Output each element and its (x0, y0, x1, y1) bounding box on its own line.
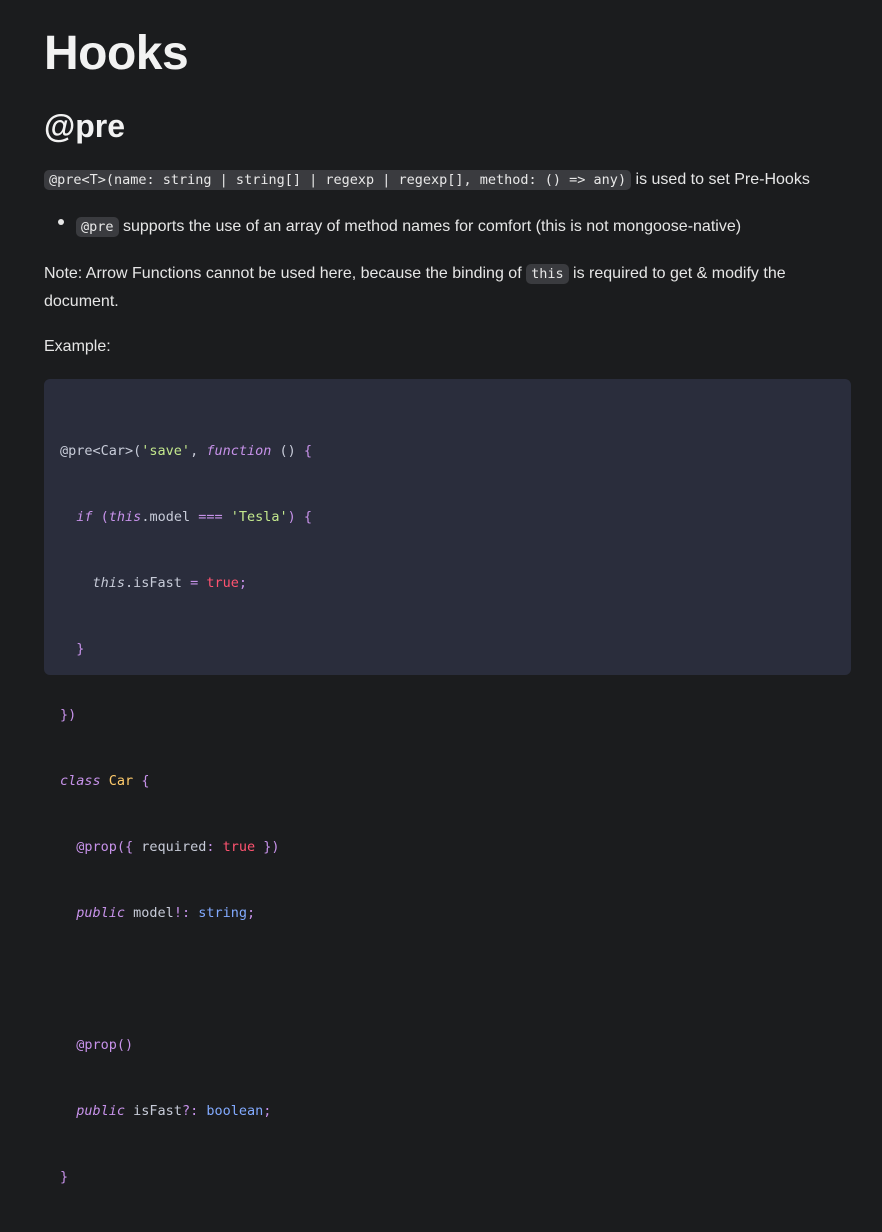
code-token: 'save' (141, 443, 191, 459)
code-line: if (this.model === 'Tesla') { (60, 506, 835, 528)
code-token: required (133, 839, 207, 855)
code-token: ) (287, 509, 304, 525)
code-token: ({ (116, 839, 134, 855)
code-token: { (303, 509, 313, 525)
code-token: function (206, 443, 272, 459)
code-token: @prop (76, 839, 117, 855)
code-token: !: (173, 905, 199, 921)
signature-suffix: is used to set Pre-Hooks (631, 171, 810, 188)
code-token: ; (247, 905, 256, 921)
code-line: } (60, 638, 835, 660)
code-token: model (125, 905, 174, 921)
code-line: } (60, 1166, 835, 1188)
code-token: }) (255, 839, 280, 855)
code-line: @pre<Car>('save', function () { (60, 440, 835, 462)
code-token: { (303, 443, 313, 459)
code-token: Car (108, 773, 134, 789)
code-token: if (76, 509, 93, 525)
signature-paragraph: @pre<T>(name: string | string[] | regexp… (44, 166, 810, 194)
code-line: this.isFast = true; (60, 572, 835, 594)
code-line: @prop() (60, 1034, 835, 1056)
code-token: , (190, 443, 207, 459)
code-token: @pre<Car>( (60, 443, 142, 459)
code-line: public model!: string; (60, 902, 835, 924)
code-token: class (60, 773, 101, 789)
code-token: public (76, 905, 126, 921)
code-token: true (206, 575, 239, 591)
code-token: boolean (206, 1103, 264, 1119)
code-token: ; (263, 1103, 272, 1119)
code-token: this (92, 575, 126, 591)
code-token: 'Tesla' (230, 509, 288, 525)
code-token: ; (238, 575, 247, 591)
code-token: @prop (76, 1037, 117, 1053)
code-line: public isFast?: boolean; (60, 1100, 835, 1122)
code-token: : (206, 839, 223, 855)
page-title: Hooks (44, 27, 189, 80)
note-after: is required to get & modify the (568, 265, 786, 282)
code-token: === (198, 509, 223, 525)
code-token: isFast (125, 1103, 182, 1119)
code-block[interactable]: @pre<Car>('save', function () { if (this… (44, 379, 851, 1185)
note-paragraph: Note: Arrow Functions cannot be used her… (44, 260, 786, 315)
example-label: Example: (44, 338, 111, 355)
code-token: true (222, 839, 256, 855)
code-token: string (198, 905, 247, 921)
code-line: }) (60, 704, 835, 726)
code-token: () (271, 443, 304, 459)
code-token: .model (141, 509, 199, 525)
note-line2: document. (44, 293, 119, 310)
code-token: = (190, 575, 199, 591)
code-token: ( (92, 509, 109, 525)
code-token: } (76, 641, 85, 657)
code-line: class Car { (60, 770, 835, 792)
code-token: this (108, 509, 142, 525)
code-token: { (141, 773, 150, 789)
code-token: .isFast (125, 575, 191, 591)
code-line: @prop({ required: true }) (60, 836, 835, 858)
code-token: public (76, 1103, 126, 1119)
bullet-dot (58, 219, 64, 225)
code-token: }) (60, 707, 77, 723)
bullet-item: @pre supports the use of an array of met… (76, 213, 741, 241)
note-before: Note: Arrow Functions cannot be used her… (44, 265, 527, 282)
code-token: () (116, 1037, 134, 1053)
code-token: } (60, 1169, 69, 1185)
bullet-code: @pre (76, 217, 119, 237)
bullet-text: supports the use of an array of method n… (118, 218, 742, 235)
signature-code: @pre<T>(name: string | string[] | regexp… (44, 170, 632, 190)
code-token: ?: (181, 1103, 207, 1119)
note-code: this (526, 264, 569, 284)
section-heading: @pre (44, 108, 125, 144)
